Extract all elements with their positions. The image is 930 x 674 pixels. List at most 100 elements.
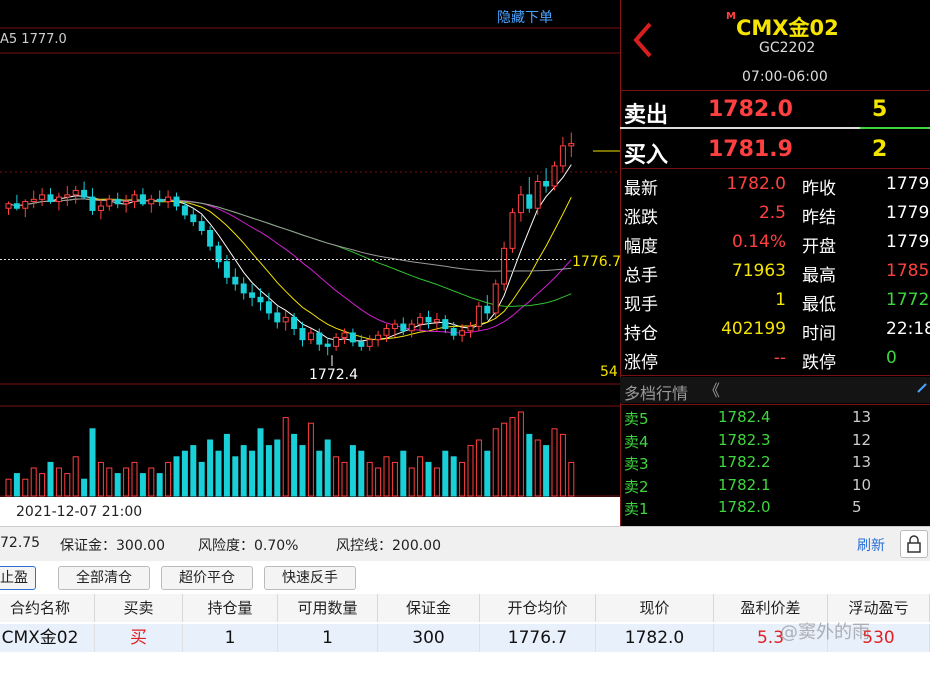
- ma-label: A5 1777.0: [0, 32, 67, 47]
- volume-bar: [5, 478, 12, 497]
- divider: [620, 90, 930, 91]
- candle: [97, 205, 104, 211]
- volume-bar: [450, 456, 457, 497]
- candle: [89, 196, 96, 211]
- candle: [450, 328, 457, 336]
- buy-price[interactable]: 1781.9: [708, 137, 793, 162]
- depth-level: 卖4: [624, 432, 649, 451]
- candle: [492, 283, 499, 314]
- stat-label: 总手: [624, 266, 658, 286]
- depth-title[interactable]: 多档行情: [624, 380, 688, 404]
- volume-bar: [517, 411, 524, 497]
- sell-price[interactable]: 1782.0: [708, 97, 793, 122]
- volume-bar: [13, 473, 20, 497]
- volume-bar: [123, 467, 130, 497]
- lock-icon[interactable]: [900, 530, 928, 558]
- volume-bar: [215, 450, 222, 497]
- column-header[interactable]: 现价: [596, 594, 714, 622]
- stat-value: 1: [775, 290, 786, 310]
- depth-level: 卖1: [624, 500, 649, 518]
- refresh-button[interactable]: 刷新: [857, 535, 885, 555]
- volume-bar: [568, 461, 575, 497]
- volume-bar: [131, 461, 138, 497]
- volume-bar: [106, 467, 113, 497]
- kline-chart[interactable]: [0, 0, 620, 526]
- stat-value: 1779: [886, 203, 930, 223]
- candle: [190, 214, 197, 223]
- volume-bar: [274, 439, 281, 497]
- volume-bar: [509, 417, 516, 497]
- volume-bar: [400, 450, 407, 497]
- chevron-down-icon[interactable]: 《: [704, 377, 720, 401]
- volume-bar: [282, 417, 289, 497]
- stat-value: 1772: [886, 290, 930, 310]
- candle: [400, 323, 407, 332]
- candle: [64, 194, 71, 198]
- volume-bar: [249, 450, 256, 497]
- candle: [442, 319, 449, 330]
- volume-bar: [307, 422, 314, 497]
- stat-value: 0.14%: [731, 232, 786, 252]
- column-header[interactable]: 合约名称: [0, 594, 95, 622]
- depth-price[interactable]: 1782.2: [718, 453, 771, 471]
- candle: [459, 330, 466, 336]
- candle: [55, 196, 62, 203]
- sell-buy-divider: [620, 127, 860, 129]
- column-header[interactable]: 持仓量: [183, 594, 278, 622]
- candle: [509, 212, 516, 249]
- volume-bar: [30, 467, 37, 497]
- volume-bar: [383, 456, 390, 497]
- volume-bar: [484, 450, 491, 497]
- quick-reverse-button[interactable]: 快速反手: [264, 566, 356, 590]
- depth-level: 卖5: [624, 410, 649, 428]
- candle: [181, 205, 188, 216]
- volume-bar: [139, 473, 146, 497]
- candle: [232, 276, 239, 285]
- back-chevron-icon[interactable]: [630, 20, 656, 60]
- table-cell: 1: [183, 624, 278, 652]
- depth-qty: 10: [852, 475, 872, 494]
- buy-label[interactable]: 买入: [624, 137, 668, 169]
- partial-action-button[interactable]: 止盈: [0, 566, 36, 590]
- over-price-close-button[interactable]: 超价平仓: [161, 566, 253, 590]
- depth-price[interactable]: 1782.0: [718, 498, 771, 516]
- depth-price[interactable]: 1782.3: [718, 431, 771, 449]
- volume-bar: [181, 450, 188, 497]
- stat-label: 时间: [802, 324, 836, 344]
- volume-bar: [165, 461, 172, 497]
- stat-label: 昨收: [802, 179, 836, 199]
- column-header[interactable]: 买卖: [95, 594, 183, 622]
- candle: [173, 196, 180, 207]
- sell-label[interactable]: 卖出: [624, 97, 668, 129]
- candle: [47, 194, 54, 203]
- stat-label: 涨跌: [624, 208, 658, 228]
- stat-label: 昨结: [802, 208, 836, 228]
- candle: [198, 221, 205, 232]
- depth-price[interactable]: 1782.4: [718, 408, 771, 426]
- candle: [123, 201, 130, 205]
- hide-orders-link[interactable]: 隐藏下单: [497, 7, 553, 27]
- column-header[interactable]: 保证金: [378, 594, 480, 622]
- close-all-button[interactable]: 全部清仓: [58, 566, 150, 590]
- divider: [620, 168, 930, 169]
- expand-arrow-icon[interactable]: [916, 380, 930, 400]
- volume-bar: [232, 456, 239, 497]
- candle: [349, 332, 356, 343]
- stat-value: 22:18:0: [886, 319, 930, 339]
- volume-bar: [551, 428, 558, 497]
- volume-bar: [442, 450, 449, 497]
- volume-bar: [89, 428, 96, 497]
- column-header[interactable]: 可用数量: [278, 594, 378, 622]
- candle: [106, 198, 113, 207]
- candle: [568, 143, 575, 147]
- kline-chart-area[interactable]: 隐藏下单 A5 1777.0 1776.7 1772.4 54 2021-12-…: [0, 0, 621, 526]
- volume-bar: [459, 461, 466, 497]
- stat-label: 持仓: [624, 324, 658, 344]
- depth-price[interactable]: 1782.1: [718, 476, 771, 494]
- trading-session: 07:00-06:00: [742, 69, 828, 85]
- equity-value: 72.75: [0, 535, 41, 551]
- column-header[interactable]: 开仓均价: [480, 594, 596, 622]
- candle: [475, 305, 482, 327]
- volume-bar: [475, 439, 482, 497]
- volume-bar: [55, 467, 62, 497]
